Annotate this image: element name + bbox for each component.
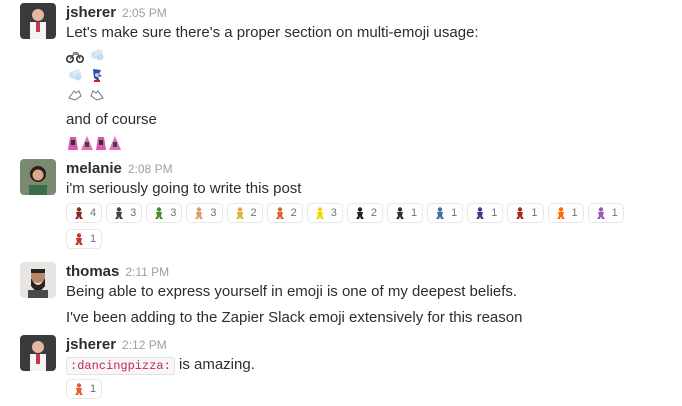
reaction-pill[interactable]: 4 bbox=[66, 203, 103, 223]
avatar[interactable] bbox=[20, 3, 56, 39]
reaction-pill[interactable]: 2 bbox=[226, 203, 263, 223]
reaction-pill[interactable]: 3 bbox=[186, 203, 223, 223]
ninja-emoji bbox=[115, 207, 124, 219]
emoji-row bbox=[66, 45, 106, 65]
pinkhair-emoji bbox=[68, 137, 78, 150]
pikachu-emoji bbox=[315, 207, 324, 219]
explosion-emoji bbox=[556, 207, 565, 219]
reaction-bar: 1 bbox=[66, 379, 626, 399]
message-text: Let's make sure there's a proper section… bbox=[66, 24, 479, 41]
reaction-count: 1 bbox=[451, 207, 458, 219]
inline-code: :dancingpizza: bbox=[66, 357, 175, 375]
avatar-image bbox=[20, 335, 56, 371]
reaction-count: 2 bbox=[250, 207, 257, 219]
reaction-pill[interactable]: 2 bbox=[266, 203, 303, 223]
message: melanie 2:08 PM i'm seriously going to wr… bbox=[0, 159, 682, 251]
message: thomas 2:11 PM Being able to express your… bbox=[0, 262, 682, 328]
reaction-count: 3 bbox=[210, 207, 217, 219]
message-text: i'm seriously going to write this post bbox=[66, 180, 302, 197]
reaction-bar: 4 3 3 3 2 2 3 2 1 1 1 1 1 1 1 bbox=[66, 203, 626, 249]
reaction-count: 3 bbox=[170, 207, 177, 219]
pizza-emoji bbox=[75, 383, 83, 395]
message: jsherer 2:05 PM Let's make sure there's a… bbox=[0, 3, 682, 153]
pinkhair-emoji bbox=[81, 136, 93, 150]
hands-right-emoji bbox=[90, 90, 104, 101]
pixel-guy-emoji bbox=[436, 207, 445, 219]
timestamp[interactable]: 2:11 PM bbox=[125, 265, 169, 279]
hands-left-emoji bbox=[68, 90, 82, 101]
message-text: :dancingpizza: is amazing. bbox=[66, 355, 255, 376]
message-text: and of course bbox=[66, 111, 157, 128]
reaction-count: 1 bbox=[611, 207, 618, 219]
emoji-row bbox=[66, 133, 122, 153]
pixel-robot-emoji bbox=[476, 207, 485, 219]
message-text: Being able to express yourself in emoji … bbox=[66, 283, 518, 300]
author-name[interactable]: jsherer bbox=[66, 4, 116, 21]
dash-cloud-emoji bbox=[69, 69, 82, 81]
dancer-green-emoji bbox=[155, 207, 164, 219]
avatar-image bbox=[20, 3, 56, 39]
reaction-count: 1 bbox=[491, 207, 498, 219]
emoji-row bbox=[66, 85, 106, 105]
sonic-emoji bbox=[93, 69, 102, 82]
reaction-pill[interactable]: 1 bbox=[66, 229, 103, 249]
reaction-count: 2 bbox=[290, 207, 297, 219]
reaction-pill[interactable]: 3 bbox=[106, 203, 143, 223]
pinkhair-emoji bbox=[96, 137, 106, 150]
reaction-count: 1 bbox=[411, 207, 418, 219]
avatar-image bbox=[20, 262, 56, 298]
reaction-pill[interactable]: 1 bbox=[547, 203, 584, 223]
avatar[interactable] bbox=[20, 262, 56, 298]
reaction-count: 1 bbox=[90, 233, 97, 245]
avatar[interactable] bbox=[20, 335, 56, 371]
reaction-count: 2 bbox=[370, 207, 377, 219]
pizza-emoji bbox=[275, 207, 284, 219]
message-header: thomas 2:11 PM bbox=[66, 262, 169, 282]
reaction-pill[interactable]: 1 bbox=[587, 203, 624, 223]
message-list: jsherer 2:05 PM Let's make sure there's a… bbox=[0, 0, 682, 406]
reaction-count: 3 bbox=[130, 207, 137, 219]
party-emoji bbox=[596, 207, 605, 219]
reaction-pill[interactable]: 3 bbox=[306, 203, 343, 223]
message-header: jsherer 2:12 PM bbox=[66, 335, 167, 355]
pixel-car-emoji bbox=[516, 207, 525, 219]
reaction-count: 1 bbox=[571, 207, 578, 219]
dash-cloud-emoji bbox=[91, 49, 104, 61]
pixel-man-emoji bbox=[396, 207, 404, 219]
reaction-pill[interactable]: 2 bbox=[346, 203, 383, 223]
reaction-pill[interactable]: 1 bbox=[427, 203, 464, 223]
message-header: melanie 2:08 PM bbox=[66, 159, 173, 179]
author-name[interactable]: melanie bbox=[66, 160, 122, 177]
author-name[interactable]: jsherer bbox=[66, 336, 116, 353]
avatar[interactable] bbox=[20, 159, 56, 195]
mushroom-emoji bbox=[75, 233, 83, 245]
message: jsherer 2:12 PM :dancingpizza: is amazing… bbox=[0, 335, 682, 401]
timestamp[interactable]: 2:08 PM bbox=[128, 162, 173, 176]
message-text: I've been adding to the Zapier Slack emo… bbox=[66, 309, 523, 326]
reaction-count: 3 bbox=[330, 207, 337, 219]
reaction-count: 1 bbox=[531, 207, 538, 219]
dancer-yellow-emoji bbox=[235, 207, 244, 219]
emoji-grid bbox=[66, 45, 106, 105]
reaction-pill[interactable]: 1 bbox=[467, 203, 504, 223]
dancer-dark-emoji bbox=[355, 207, 364, 219]
timestamp[interactable]: 2:12 PM bbox=[122, 338, 167, 352]
author-name[interactable]: thomas bbox=[66, 263, 119, 280]
emoji-row-trailing bbox=[66, 133, 122, 153]
reaction-pill[interactable]: 1 bbox=[66, 379, 103, 399]
motorcycle-emoji bbox=[66, 52, 84, 63]
message-text-suffix: is amazing. bbox=[174, 356, 255, 373]
dancer-red-emoji bbox=[75, 207, 83, 219]
reaction-pill[interactable]: 1 bbox=[507, 203, 544, 223]
reaction-pill[interactable]: 3 bbox=[146, 203, 183, 223]
avatar-image bbox=[20, 159, 56, 195]
reaction-count: 4 bbox=[90, 207, 97, 219]
hand-emoji bbox=[195, 207, 204, 219]
reaction-count: 1 bbox=[90, 383, 97, 395]
timestamp[interactable]: 2:05 PM bbox=[122, 6, 167, 20]
pinkhair-emoji bbox=[109, 136, 121, 150]
reaction-pill[interactable]: 1 bbox=[387, 203, 424, 223]
message-header: jsherer 2:05 PM bbox=[66, 3, 167, 23]
emoji-row bbox=[66, 65, 106, 85]
